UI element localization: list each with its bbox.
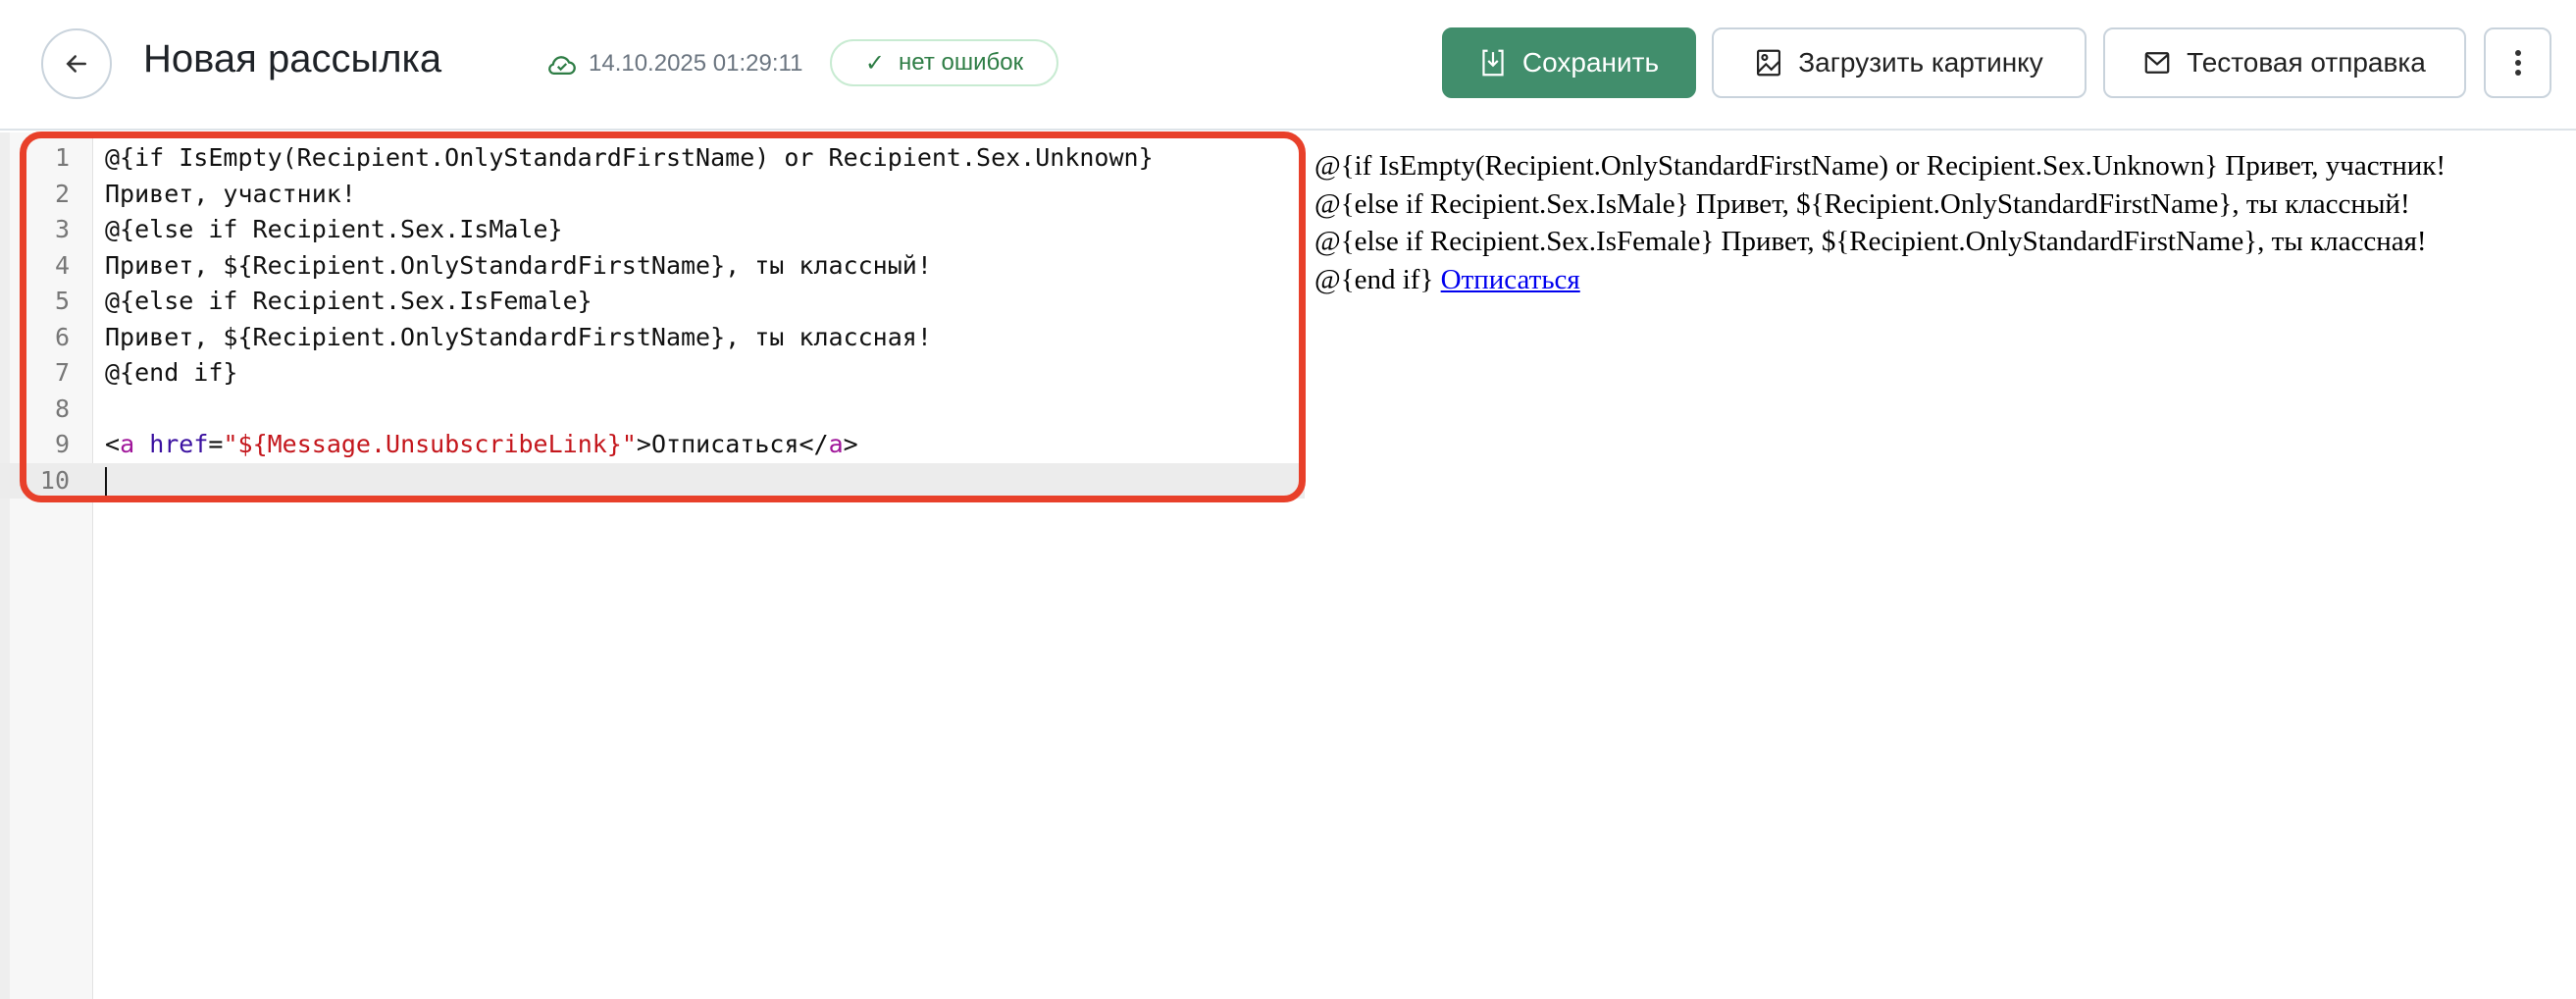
- preview-line: @{else if Recipient.Sex.IsFemale} Привет…: [1314, 226, 2427, 257]
- code-line: 9 <a href="${Message.UnsubscribeLink}">От…: [0, 427, 1305, 463]
- line-number: 5: [54, 287, 70, 315]
- token-tag: a: [828, 430, 844, 458]
- test-send-button[interactable]: Тестовая отправка: [2103, 27, 2466, 98]
- back-button[interactable]: [41, 28, 112, 99]
- code-line: 1 @{if IsEmpty(Recipient.OnlyStandardFirs…: [0, 140, 1305, 177]
- save-label: Сохранить: [1521, 47, 1660, 78]
- line-number: 2: [54, 179, 70, 208]
- code-text: @{else if Recipient.Sex.IsFemale}: [105, 287, 592, 315]
- code-text: [93, 463, 107, 500]
- line-number: 10: [39, 465, 70, 495]
- text-cursor: [105, 466, 107, 497]
- code-line: 7 @{end if}: [0, 355, 1305, 392]
- preview-text: @{end if}: [1314, 263, 1441, 295]
- line-number: 9: [54, 430, 70, 458]
- unsubscribe-link[interactable]: Отписаться: [1441, 264, 1580, 295]
- code-line: 4 Привет, ${Recipient.OnlyStandardFirstNa…: [0, 248, 1305, 285]
- mail-icon: [2144, 52, 2170, 74]
- code-text: @{else if Recipient.Sex.IsMale}: [105, 215, 563, 243]
- code-line: 2 Привет, участник!: [0, 177, 1305, 213]
- token: >: [843, 430, 858, 458]
- page-title: Новая рассылка: [143, 37, 442, 80]
- preview-line: @{if IsEmpty(Recipient.OnlyStandardFirst…: [1314, 150, 2447, 182]
- code-text: @{end if}: [105, 358, 238, 387]
- save-status: 14.10.2025 01:29:11: [545, 49, 802, 79]
- code-text: <a href="${Message.UnsubscribeLink}">Отп…: [93, 427, 858, 463]
- line-number: 1: [54, 143, 70, 172]
- preview-line: @{end if} Отписаться: [1314, 261, 2446, 299]
- status-badge-label: нет ошибок: [899, 49, 1024, 76]
- cloud-check-icon: [548, 56, 576, 76]
- token-string: "${Message.UnsubscribeLink}": [223, 430, 637, 458]
- line-number: 6: [54, 322, 70, 351]
- token: >: [636, 430, 651, 458]
- line-number: 7: [54, 358, 70, 387]
- preview-line: @{else if Recipient.Sex.IsMale} Привет, …: [1314, 187, 2410, 220]
- upload-image-label: Загрузить картинку: [1798, 47, 2043, 78]
- more-options-button[interactable]: [2484, 27, 2551, 98]
- code-line: 5 @{else if Recipient.Sex.IsFemale}: [0, 284, 1305, 320]
- test-send-label: Тестовая отправка: [2187, 47, 2426, 78]
- status-badge: ✓ нет ошибок: [830, 39, 1058, 86]
- code-line: 3 @{else if Recipient.Sex.IsMale}: [0, 212, 1305, 248]
- check-icon: ✓: [864, 49, 886, 77]
- html-preview: @{if IsEmpty(Recipient.OnlyStandardFirst…: [1314, 147, 2446, 298]
- token: </: [799, 430, 829, 458]
- line-number: 3: [54, 215, 70, 243]
- code-editor[interactable]: 1 @{if IsEmpty(Recipient.OnlyStandardFirs…: [0, 140, 1305, 499]
- code-text: Привет, участник!: [105, 179, 356, 208]
- token: Отписаться: [650, 430, 799, 458]
- code-text: Привет, ${Recipient.OnlyStandardFirstNam…: [105, 250, 932, 280]
- line-number: 8: [54, 394, 70, 423]
- code-text: @{if IsEmpty(Recipient.OnlyStandardFirst…: [105, 143, 1154, 172]
- token-attr: href: [149, 430, 209, 458]
- code-text: Привет, ${Recipient.OnlyStandardFirstNam…: [105, 322, 932, 351]
- more-vertical-icon: [2514, 50, 2521, 76]
- saved-timestamp: 14.10.2025 01:29:11: [589, 50, 803, 77]
- line-number: 4: [54, 250, 70, 280]
- code-line: 6 Привет, ${Recipient.OnlyStandardFirstNa…: [0, 320, 1305, 356]
- code-line: 8: [0, 392, 1305, 428]
- upload-image-button[interactable]: Загрузить картинку: [1712, 27, 2087, 98]
- arrow-left-icon: [66, 55, 86, 73]
- code-line-active: 10: [0, 462, 1305, 500]
- save-icon: [1482, 49, 1504, 77]
- save-button[interactable]: Сохранить: [1442, 27, 1696, 98]
- token: =: [208, 430, 224, 458]
- top-bar: Новая рассылка 14.10.2025 01:29:11 ✓ нет…: [0, 0, 2576, 131]
- token: <: [105, 430, 121, 458]
- token-tag: a: [120, 430, 135, 458]
- image-icon: [1757, 49, 1781, 77]
